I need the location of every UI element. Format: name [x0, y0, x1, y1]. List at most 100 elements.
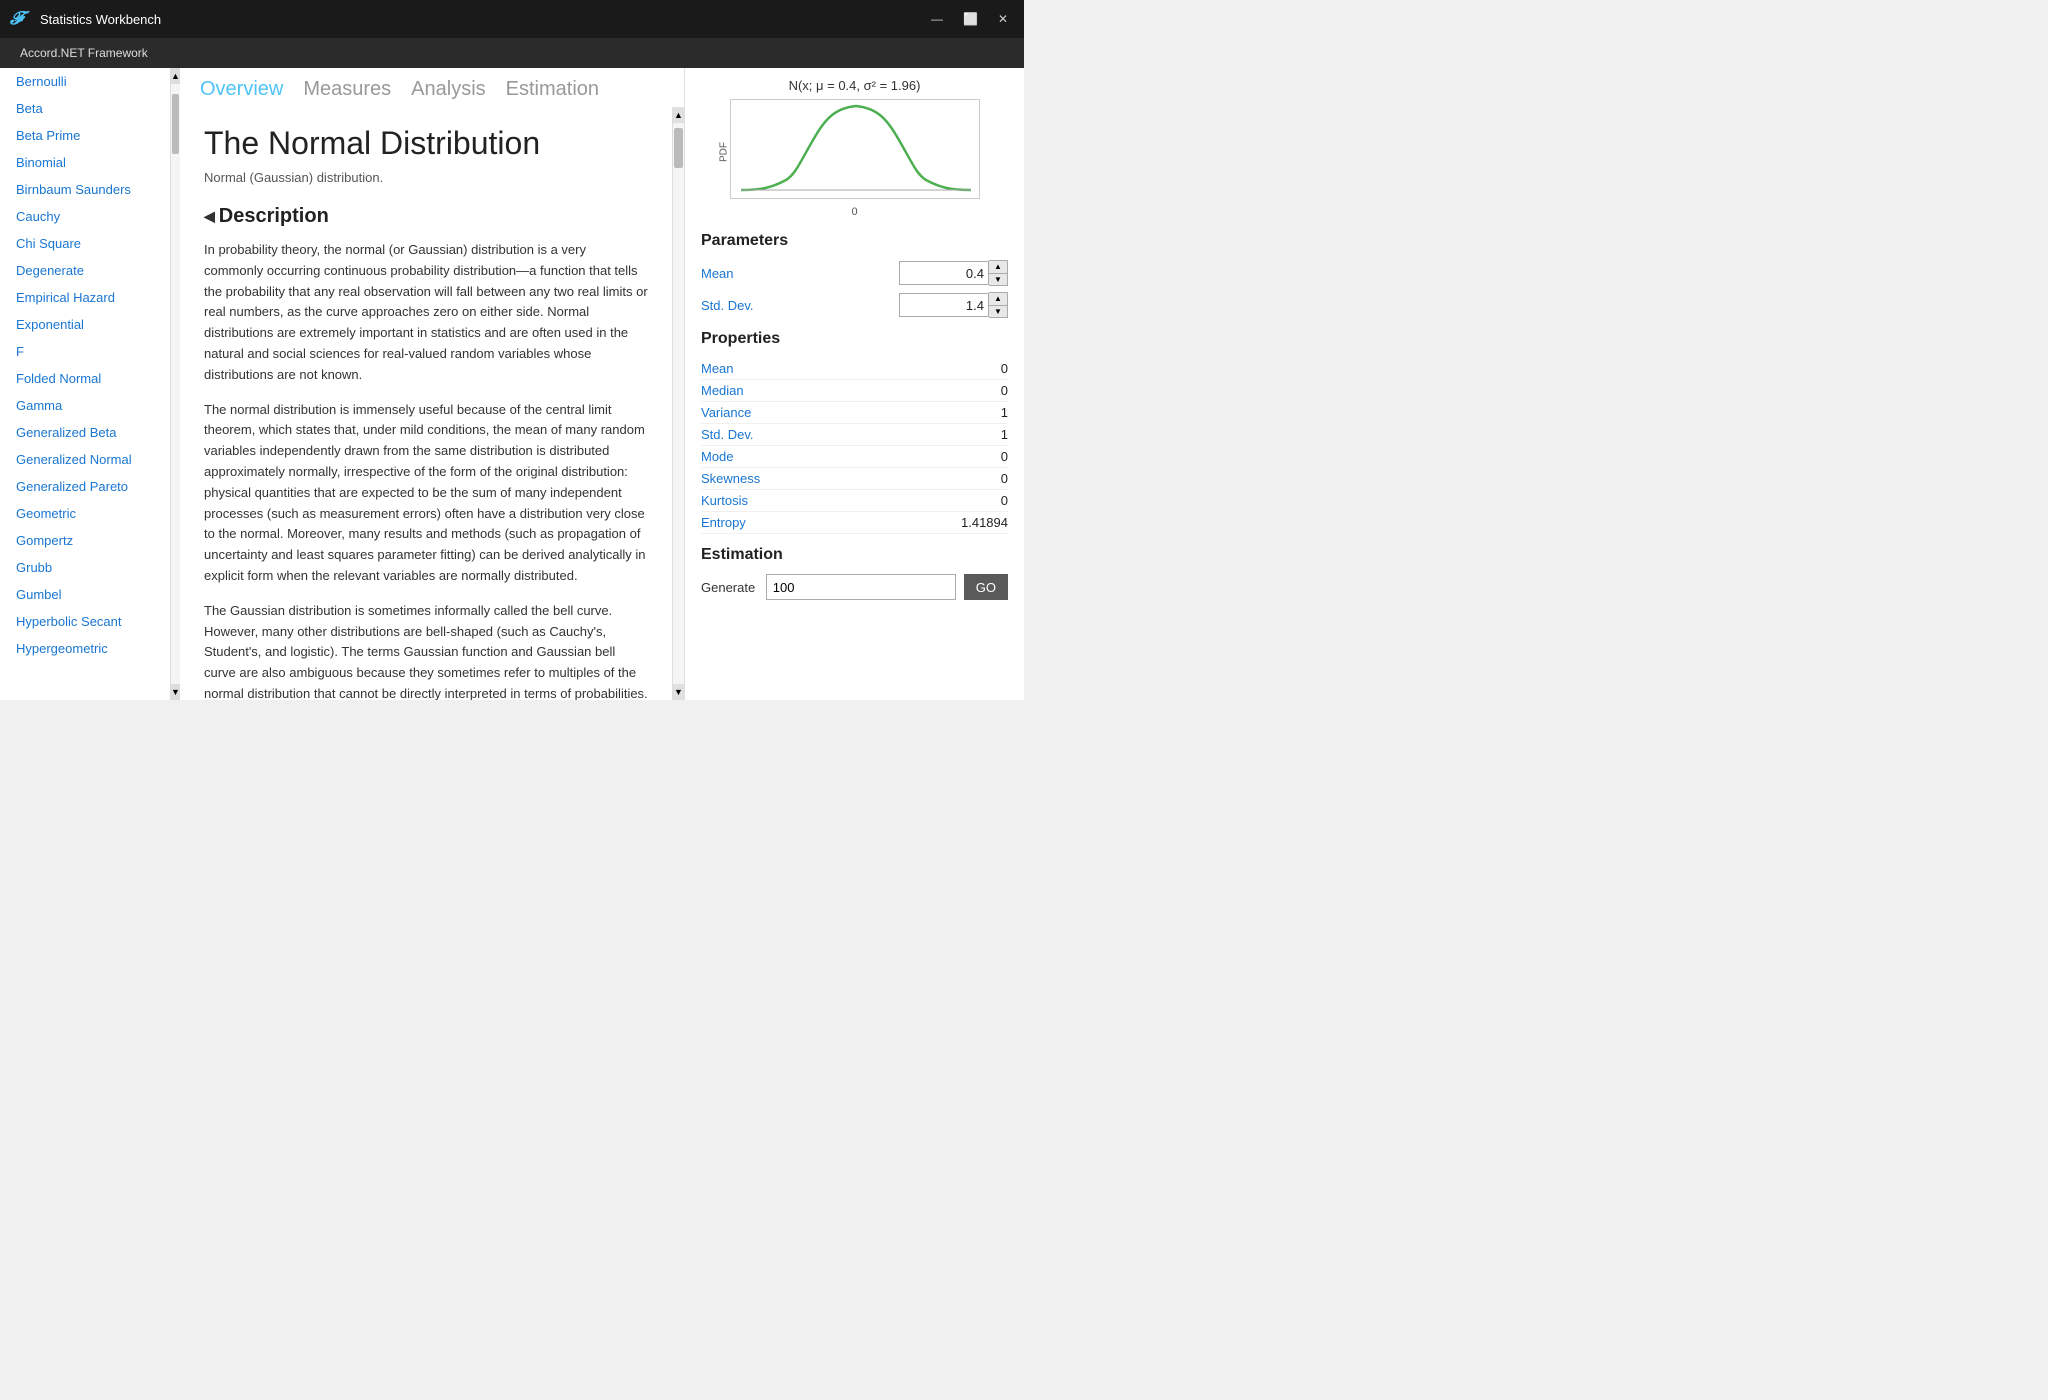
- sidebar-item-gumbel[interactable]: Gumbel: [0, 581, 179, 608]
- sidebar-item-cauchy[interactable]: Cauchy: [0, 203, 179, 230]
- stddev-spin-up[interactable]: ▲: [989, 293, 1007, 305]
- prop-value-variance: 1: [928, 405, 1008, 420]
- stddev-param-input[interactable]: [899, 293, 989, 317]
- sidebar-item-gamma[interactable]: Gamma: [0, 392, 179, 419]
- prop-label-std.-dev.: Std. Dev.: [701, 427, 928, 442]
- right-panel: N(x; μ = 0.4, σ² = 1.96) PDF 0 Parameter…: [684, 68, 1024, 700]
- close-button[interactable]: ✕: [992, 10, 1014, 28]
- sidebar-scrollbar[interactable]: ▲ ▼: [170, 68, 180, 700]
- sidebar-scroll-down[interactable]: ▼: [171, 684, 180, 700]
- go-button[interactable]: GO: [964, 574, 1008, 600]
- main-content-scroll[interactable]: The Normal Distribution Normal (Gaussian…: [180, 107, 672, 700]
- chart-title: N(x; μ = 0.4, σ² = 1.96): [701, 78, 1008, 93]
- property-row-mode: Mode0: [701, 446, 1008, 468]
- chart-x-label: 0: [701, 206, 1008, 218]
- prop-label-mode: Mode: [701, 449, 928, 464]
- tab-overview[interactable]: Overview: [200, 78, 283, 107]
- sidebar-item-exponential[interactable]: Exponential: [0, 311, 179, 338]
- distribution-title: The Normal Distribution: [204, 125, 648, 162]
- generate-input[interactable]: [766, 574, 956, 600]
- sidebar-item-hyperbolic-secant[interactable]: Hyperbolic Secant: [0, 608, 179, 635]
- sidebar-item-degenerate[interactable]: Degenerate: [0, 257, 179, 284]
- properties-title: Properties: [701, 330, 1008, 348]
- titlebar: 𝓕 Statistics Workbench — ⬜ ✕: [0, 0, 1024, 38]
- property-row-mean: Mean0: [701, 358, 1008, 380]
- chart-y-label: PDF: [718, 142, 729, 162]
- property-row-kurtosis: Kurtosis0: [701, 490, 1008, 512]
- sidebar-item-generalized-beta[interactable]: Generalized Beta: [0, 419, 179, 446]
- sidebar-scroll-up[interactable]: ▲: [171, 68, 180, 84]
- prop-label-kurtosis: Kurtosis: [701, 493, 928, 508]
- mean-spin-up[interactable]: ▲: [989, 261, 1007, 273]
- mean-spin-buttons: ▲ ▼: [989, 260, 1008, 286]
- prop-value-mean: 0: [928, 361, 1008, 376]
- menubar: Accord.NET Framework: [0, 38, 1024, 68]
- tabs-bar: Overview Measures Analysis Estimation: [180, 68, 684, 107]
- sidebar: ▲ ▼ BernoulliBetaBeta PrimeBinomialBirnb…: [0, 68, 180, 700]
- sidebar-item-f[interactable]: F: [0, 338, 179, 365]
- sidebar-item-folded-normal[interactable]: Folded Normal: [0, 365, 179, 392]
- description-para-1: In probability theory, the normal (or Ga…: [204, 240, 648, 386]
- sidebar-item-empirical-hazard[interactable]: Empirical Hazard: [0, 284, 179, 311]
- property-row-entropy: Entropy1.41894: [701, 512, 1008, 534]
- stddev-param-row: Std. Dev. ▲ ▼: [701, 292, 1008, 318]
- property-row-skewness: Skewness0: [701, 468, 1008, 490]
- prop-label-skewness: Skewness: [701, 471, 928, 486]
- description-para-2: The normal distribution is immensely use…: [204, 400, 648, 587]
- section-triangle-icon: ◀: [204, 208, 215, 225]
- prop-label-median: Median: [701, 383, 928, 398]
- mean-param-row: Mean ▲ ▼: [701, 260, 1008, 286]
- maximize-button[interactable]: ⬜: [957, 10, 984, 28]
- main-container: ▲ ▼ BernoulliBetaBeta PrimeBinomialBirnb…: [0, 68, 1024, 700]
- stddev-param-input-wrapper: ▲ ▼: [791, 292, 1008, 318]
- tab-analysis[interactable]: Analysis: [411, 78, 485, 107]
- sidebar-item-chi-square[interactable]: Chi Square: [0, 230, 179, 257]
- mean-param-input[interactable]: [899, 261, 989, 285]
- stddev-spin-down[interactable]: ▼: [989, 305, 1007, 317]
- sidebar-item-hypergeometric[interactable]: Hypergeometric: [0, 635, 179, 662]
- prop-label-variance: Variance: [701, 405, 928, 420]
- content-scroll-thumb[interactable]: [674, 128, 683, 168]
- generate-label: Generate: [701, 580, 758, 595]
- menubar-framework[interactable]: Accord.NET Framework: [12, 42, 156, 64]
- description-para-3: The Gaussian distribution is sometimes i…: [204, 601, 648, 700]
- stddev-param-label: Std. Dev.: [701, 298, 791, 313]
- sidebar-item-gompertz[interactable]: Gompertz: [0, 527, 179, 554]
- content-scroll-track: [673, 123, 684, 684]
- estimation-row: Generate GO: [701, 574, 1008, 600]
- mean-spin-down[interactable]: ▼: [989, 273, 1007, 285]
- sidebar-item-generalized-pareto[interactable]: Generalized Pareto: [0, 473, 179, 500]
- stddev-spin-buttons: ▲ ▼: [989, 292, 1008, 318]
- property-row-std-dev.: Std. Dev.1: [701, 424, 1008, 446]
- distribution-subtitle: Normal (Gaussian) distribution.: [204, 170, 648, 185]
- app-title: Statistics Workbench: [40, 12, 161, 27]
- sidebar-item-bernoulli[interactable]: Bernoulli: [0, 68, 179, 95]
- tab-measures[interactable]: Measures: [303, 78, 391, 107]
- property-row-variance: Variance1: [701, 402, 1008, 424]
- description-section-header: ◀ Description: [204, 205, 648, 228]
- sidebar-item-beta[interactable]: Beta: [0, 95, 179, 122]
- sidebar-item-birnbaum-saunders[interactable]: Birnbaum Saunders: [0, 176, 179, 203]
- prop-value-mode: 0: [928, 449, 1008, 464]
- content-body: The Normal Distribution Normal (Gaussian…: [180, 107, 672, 700]
- tab-estimation[interactable]: Estimation: [506, 78, 599, 107]
- sidebar-item-beta-prime[interactable]: Beta Prime: [0, 122, 179, 149]
- sidebar-item-geometric[interactable]: Geometric: [0, 500, 179, 527]
- prop-label-mean: Mean: [701, 361, 928, 376]
- sidebar-scroll-track: [171, 84, 180, 684]
- prop-value-entropy: 1.41894: [928, 515, 1008, 530]
- sidebar-item-generalized-normal[interactable]: Generalized Normal: [0, 446, 179, 473]
- prop-value-std.-dev.: 1: [928, 427, 1008, 442]
- sidebar-item-binomial[interactable]: Binomial: [0, 149, 179, 176]
- parameters-title: Parameters: [701, 232, 1008, 250]
- sidebar-scroll-thumb[interactable]: [172, 94, 179, 154]
- prop-value-skewness: 0: [928, 471, 1008, 486]
- content-scroll-up[interactable]: ▲: [673, 107, 684, 123]
- estimation-title: Estimation: [701, 546, 1008, 564]
- mean-param-input-wrapper: ▲ ▼: [791, 260, 1008, 286]
- content-scrollbar[interactable]: ▲ ▼: [672, 107, 684, 700]
- window-controls: — ⬜ ✕: [925, 10, 1014, 28]
- minimize-button[interactable]: —: [925, 10, 949, 28]
- sidebar-item-grubb[interactable]: Grubb: [0, 554, 179, 581]
- content-scroll-down[interactable]: ▼: [673, 684, 684, 700]
